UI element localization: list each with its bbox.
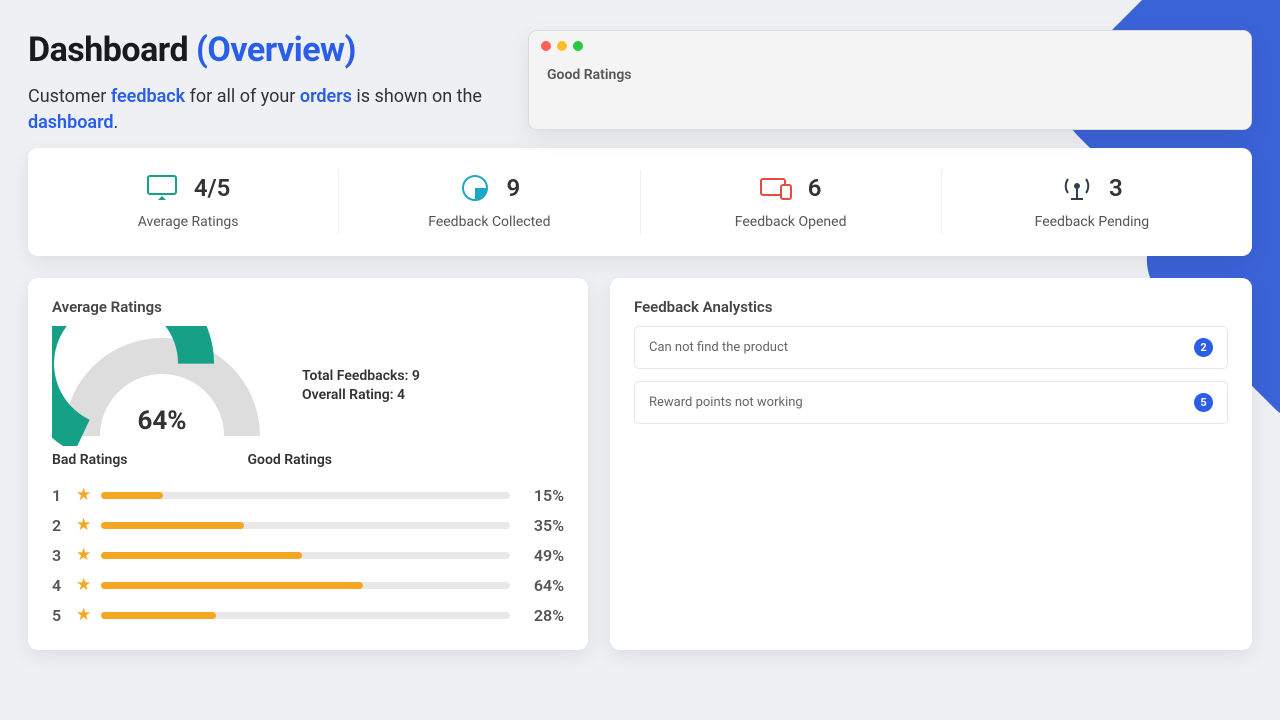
stat-value: 3: [1109, 174, 1123, 202]
rating-bar: [101, 522, 510, 529]
rating-row: 1 ★ 15%: [52, 480, 564, 510]
maximize-icon[interactable]: [573, 41, 583, 51]
rating-percent: 64%: [520, 576, 564, 595]
title-plain: Dashboard: [28, 30, 196, 70]
rating-number: 5: [52, 606, 66, 625]
stat-label: Feedback Collected: [428, 214, 550, 230]
rating-number: 4: [52, 576, 66, 595]
overall-rating-label: Overall Rating: 4: [302, 386, 420, 406]
analytics-item[interactable]: Can not find the product 2: [634, 326, 1228, 369]
antenna-icon: [1061, 174, 1093, 202]
stat-feedback-pending: 3 Feedback Pending: [942, 170, 1242, 234]
rating-row: 4 ★ 64%: [52, 570, 564, 600]
star-icon: ★: [76, 605, 91, 625]
rating-bar: [101, 612, 510, 619]
feedback-analytics-card: Feedback Analystics Can not find the pro…: [610, 278, 1252, 650]
rating-bar: [101, 492, 510, 499]
stat-value: 9: [507, 174, 521, 202]
browser-window: Good Ratings: [528, 30, 1252, 130]
title-highlight: (Overview): [196, 30, 356, 70]
star-icon: ★: [76, 545, 91, 565]
stat-label: Feedback Opened: [735, 214, 847, 230]
stat-value: 4/5: [194, 174, 231, 202]
stats-card: 4/5 Average Ratings 9 Feedback Collected…: [28, 148, 1252, 256]
stat-label: Average Ratings: [138, 214, 239, 230]
rating-percent: 28%: [520, 606, 564, 625]
rating-number: 3: [52, 546, 66, 565]
stat-feedback-opened: 6 Feedback Opened: [641, 170, 942, 234]
rating-percent: 15%: [520, 486, 564, 505]
minimize-icon[interactable]: [557, 41, 567, 51]
rating-row: 2 ★ 35%: [52, 510, 564, 540]
star-icon: ★: [76, 575, 91, 595]
good-ratings-label: Good Ratings: [248, 452, 333, 468]
gauge-chart: 64%: [52, 326, 272, 446]
count-badge: 5: [1194, 393, 1213, 412]
rating-number: 2: [52, 516, 66, 535]
pie-icon: [459, 174, 491, 202]
rating-bar: [101, 552, 510, 559]
monitor-up-icon: [146, 174, 178, 202]
analytics-text: Can not find the product: [649, 340, 788, 355]
star-icon: ★: [76, 485, 91, 505]
close-icon[interactable]: [541, 41, 551, 51]
count-badge: 2: [1194, 338, 1213, 357]
stat-label: Feedback Pending: [1035, 214, 1150, 230]
window-controls: [529, 31, 1251, 61]
card-title: Average Ratings: [52, 298, 564, 316]
analytics-text: Reward points not working: [649, 395, 803, 410]
page-title: Dashboard (Overview): [28, 30, 488, 70]
stat-average-ratings: 4/5 Average Ratings: [38, 170, 339, 234]
card-title: Feedback Analystics: [634, 298, 1228, 316]
gauge-labels: Bad Ratings Good Ratings: [52, 452, 332, 468]
gauge-percent: 64%: [137, 406, 186, 436]
rating-bar: [101, 582, 510, 589]
stat-value: 6: [808, 174, 822, 202]
gauge-info: Total Feedbacks: 9 Overall Rating: 4: [302, 367, 420, 406]
browser-title: Good Ratings: [547, 67, 1233, 83]
rating-percent: 35%: [520, 516, 564, 535]
page-subtitle: Customer feedback for all of your orders…: [28, 84, 488, 136]
star-icon: ★: [76, 515, 91, 535]
rating-number: 1: [52, 486, 66, 505]
stat-feedback-collected: 9 Feedback Collected: [339, 170, 640, 234]
devices-icon: [760, 174, 792, 202]
bad-ratings-label: Bad Ratings: [52, 452, 128, 468]
average-ratings-card: Average Ratings 64% Total Feedbacks: 9 O…: [28, 278, 588, 650]
total-feedbacks-label: Total Feedbacks: 9: [302, 367, 420, 387]
rating-row: 3 ★ 49%: [52, 540, 564, 570]
rating-percent: 49%: [520, 546, 564, 565]
rating-row: 5 ★ 28%: [52, 600, 564, 630]
analytics-item[interactable]: Reward points not working 5: [634, 381, 1228, 424]
